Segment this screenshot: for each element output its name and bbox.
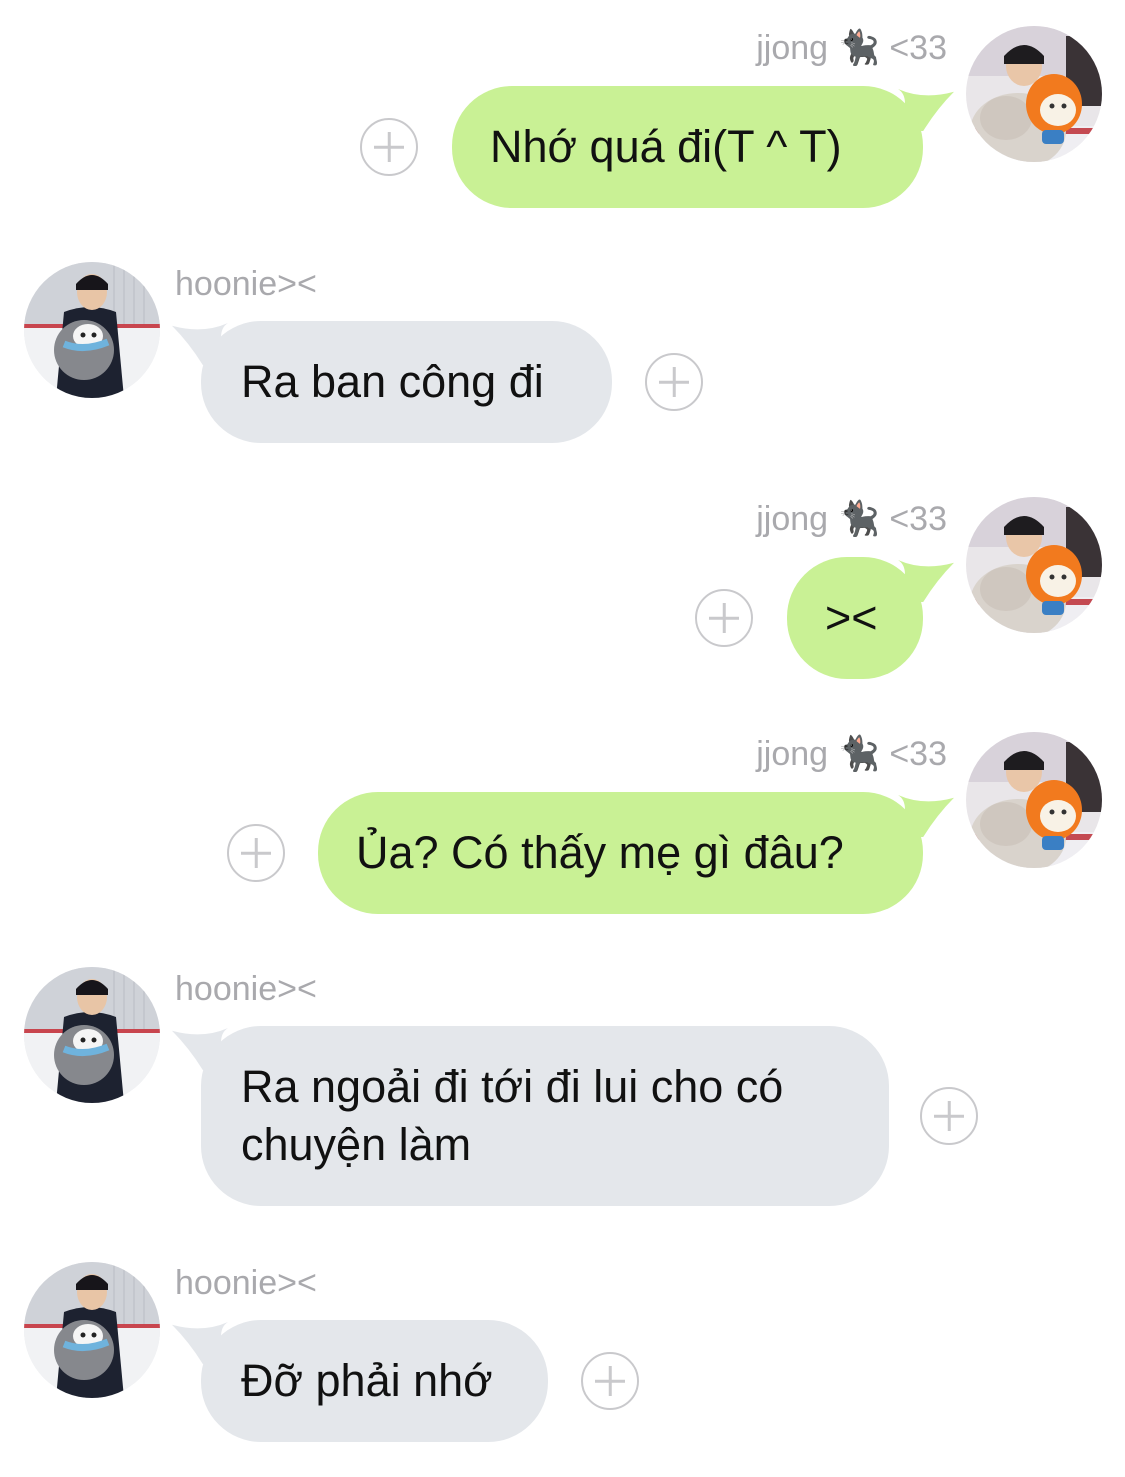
add-reaction-icon[interactable] <box>227 824 285 882</box>
hoonie-avatar[interactable] <box>24 1262 160 1398</box>
hoonie-avatar[interactable] <box>24 967 160 1103</box>
add-reaction-icon[interactable] <box>920 1087 978 1145</box>
message-bubble[interactable]: >< <box>787 557 923 679</box>
message-bubble[interactable]: Ủa? Có thấy mẹ gì đâu? <box>318 792 923 914</box>
add-reaction-icon[interactable] <box>695 589 753 647</box>
sender-name: hoonie>< <box>175 265 317 303</box>
add-reaction-icon[interactable] <box>645 353 703 411</box>
sender-name: hoonie>< <box>175 970 317 1008</box>
message-bubble[interactable]: Ra ngoải đi tới đi lui cho có chuyện làm <box>201 1026 889 1206</box>
jjong-avatar[interactable] <box>966 497 1102 633</box>
sender-name: jjong 🐈‍⬛ <33 <box>756 500 947 538</box>
message-bubble[interactable]: Ra ban công đi <box>201 321 612 443</box>
add-reaction-icon[interactable] <box>360 118 418 176</box>
black-cat-emoji: 🐈‍⬛ <box>837 29 880 67</box>
black-cat-emoji: 🐈‍⬛ <box>837 735 880 773</box>
sender-name: jjong 🐈‍⬛ <33 <box>756 29 947 67</box>
hoonie-avatar[interactable] <box>24 262 160 398</box>
sender-name: hoonie>< <box>175 1264 317 1302</box>
message-bubble[interactable]: Nhớ quá đi(T ^ T) <box>452 86 923 208</box>
sender-name: jjong 🐈‍⬛ <33 <box>756 735 947 773</box>
add-reaction-icon[interactable] <box>581 1352 639 1410</box>
jjong-avatar[interactable] <box>966 732 1102 868</box>
message-bubble[interactable]: Đỡ phải nhớ <box>201 1320 548 1442</box>
jjong-avatar[interactable] <box>966 26 1102 162</box>
black-cat-emoji: 🐈‍⬛ <box>837 500 880 538</box>
